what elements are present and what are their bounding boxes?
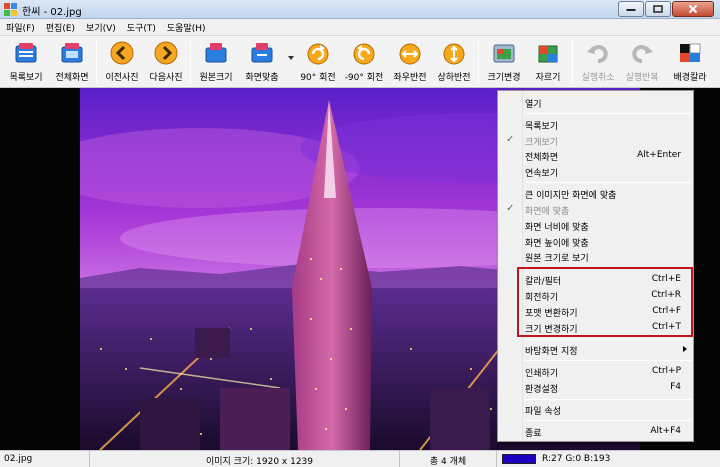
fullscreen-icon: [61, 43, 83, 63]
fullscreen-button[interactable]: 전체화면: [50, 38, 94, 86]
status-color-swatch: [502, 454, 536, 464]
status-count: 총 4 개체: [400, 451, 497, 467]
ctx-slideshow[interactable]: 연속보기: [498, 164, 693, 179]
ctx-fit-screen[interactable]: ✓ 화면에 맞춤: [498, 202, 693, 217]
flip-vertical-icon: [443, 43, 465, 65]
ctx-fit-large-only[interactable]: 큰 이미지만 화면에 맞춤: [498, 186, 693, 201]
ctx-fit-height[interactable]: 화면 높이에 맞춤: [498, 234, 693, 249]
rotate-minus-90-button[interactable]: -90° 회전: [342, 38, 386, 86]
minimize-button[interactable]: [618, 1, 644, 17]
background-color-button[interactable]: 배경칼라: [666, 38, 714, 86]
undo-icon: [587, 45, 608, 64]
crop-button[interactable]: 자르기: [526, 38, 570, 86]
flip-vertical-button[interactable]: 상하반전: [432, 38, 476, 86]
redo-button[interactable]: 실행반복: [620, 38, 664, 86]
undo-button[interactable]: 실행취소: [576, 38, 620, 86]
menu-bar: 파일(F) 편집(E) 보기(V) 도구(T) 도움말(H): [0, 19, 720, 36]
status-bar: 02.jpg 이미지 크기: 1920 x 1239 총 4 개체 R:27 G…: [0, 450, 720, 467]
fit-screen-dropdown-arrow-icon[interactable]: [288, 56, 294, 60]
checkmark-icon: ✓: [506, 134, 515, 145]
window-title: 한씨 - 02.jpg: [22, 7, 82, 18]
rotate-cw-icon: [307, 43, 329, 65]
original-size-icon: [205, 43, 227, 63]
next-arrow-icon: [154, 41, 178, 65]
prev-photo-button[interactable]: 이전사진: [100, 38, 144, 86]
original-size-button[interactable]: 원본크기: [194, 38, 238, 86]
app-icon: [4, 3, 17, 16]
ctx-original-size[interactable]: 원본 크기로 보기: [498, 249, 693, 264]
context-menu: 열기 목록보기 ✓ 크게보기 전체화면 Alt+Enter 연속보기 큰 이미지…: [497, 90, 694, 442]
close-icon: [688, 4, 698, 14]
list-view-button[interactable]: 목록보기: [4, 38, 48, 86]
ctx-settings[interactable]: 환경설정 F4: [498, 380, 693, 395]
minimize-icon: [626, 9, 636, 11]
maximize-button[interactable]: [645, 1, 671, 17]
ctx-file-properties[interactable]: 파일 속성: [498, 402, 693, 417]
toolbar: 목록보기 전체화면 이전사진 다음사진 원본크기 화면맞춤 90° 회전 -90…: [0, 36, 720, 88]
menu-help[interactable]: 도움말(H): [167, 21, 206, 34]
rotate-90-button[interactable]: 90° 회전: [296, 38, 340, 86]
status-image-size: 이미지 크기: 1920 x 1239: [90, 451, 400, 467]
fit-screen-icon: [251, 43, 273, 63]
ctx-exit[interactable]: 종료 Alt+F4: [498, 424, 693, 439]
menu-file[interactable]: 파일(F): [6, 21, 35, 34]
prev-arrow-icon: [110, 41, 134, 65]
redo-icon: [632, 45, 653, 64]
menu-edit[interactable]: 편집(E): [46, 21, 75, 34]
menu-tools[interactable]: 도구(T): [127, 21, 156, 34]
window-controls: [617, 1, 714, 17]
crop-icon: [538, 45, 558, 63]
checkmark-icon: ✓: [506, 203, 515, 214]
resize-icon: [493, 44, 515, 63]
flip-horizontal-button[interactable]: 좌우반전: [388, 38, 432, 86]
restore-icon: [653, 5, 663, 13]
rotate-ccw-icon: [353, 43, 375, 65]
flip-horizontal-icon: [399, 43, 421, 65]
ctx-open[interactable]: 열기: [498, 95, 693, 110]
fit-screen-button[interactable]: 화면맞춤: [240, 38, 284, 86]
close-button[interactable]: [672, 1, 714, 17]
submenu-arrow-icon: [683, 346, 687, 352]
ctx-fullscreen[interactable]: 전체화면 Alt+Enter: [498, 148, 693, 163]
ctx-large-view[interactable]: ✓ 크게보기: [498, 133, 693, 148]
ctx-list-view[interactable]: 목록보기: [498, 117, 693, 132]
status-color-value: R:27 G:0 B:193: [542, 454, 611, 464]
highlight-annotation-box: [517, 267, 693, 337]
next-photo-button[interactable]: 다음사진: [144, 38, 188, 86]
ctx-print[interactable]: 인쇄하기 Ctrl+P: [498, 364, 693, 379]
resize-button[interactable]: 크기변경: [482, 38, 526, 86]
list-view-icon: [15, 43, 37, 63]
ctx-fit-width[interactable]: 화면 너비에 맞춤: [498, 218, 693, 233]
background-color-icon: [680, 43, 701, 62]
title-bar[interactable]: 한씨 - 02.jpg: [0, 0, 720, 19]
status-filename: 02.jpg: [0, 451, 90, 467]
menu-view[interactable]: 보기(V): [86, 21, 116, 34]
ctx-set-wallpaper[interactable]: 바탕화면 지정: [498, 342, 693, 357]
